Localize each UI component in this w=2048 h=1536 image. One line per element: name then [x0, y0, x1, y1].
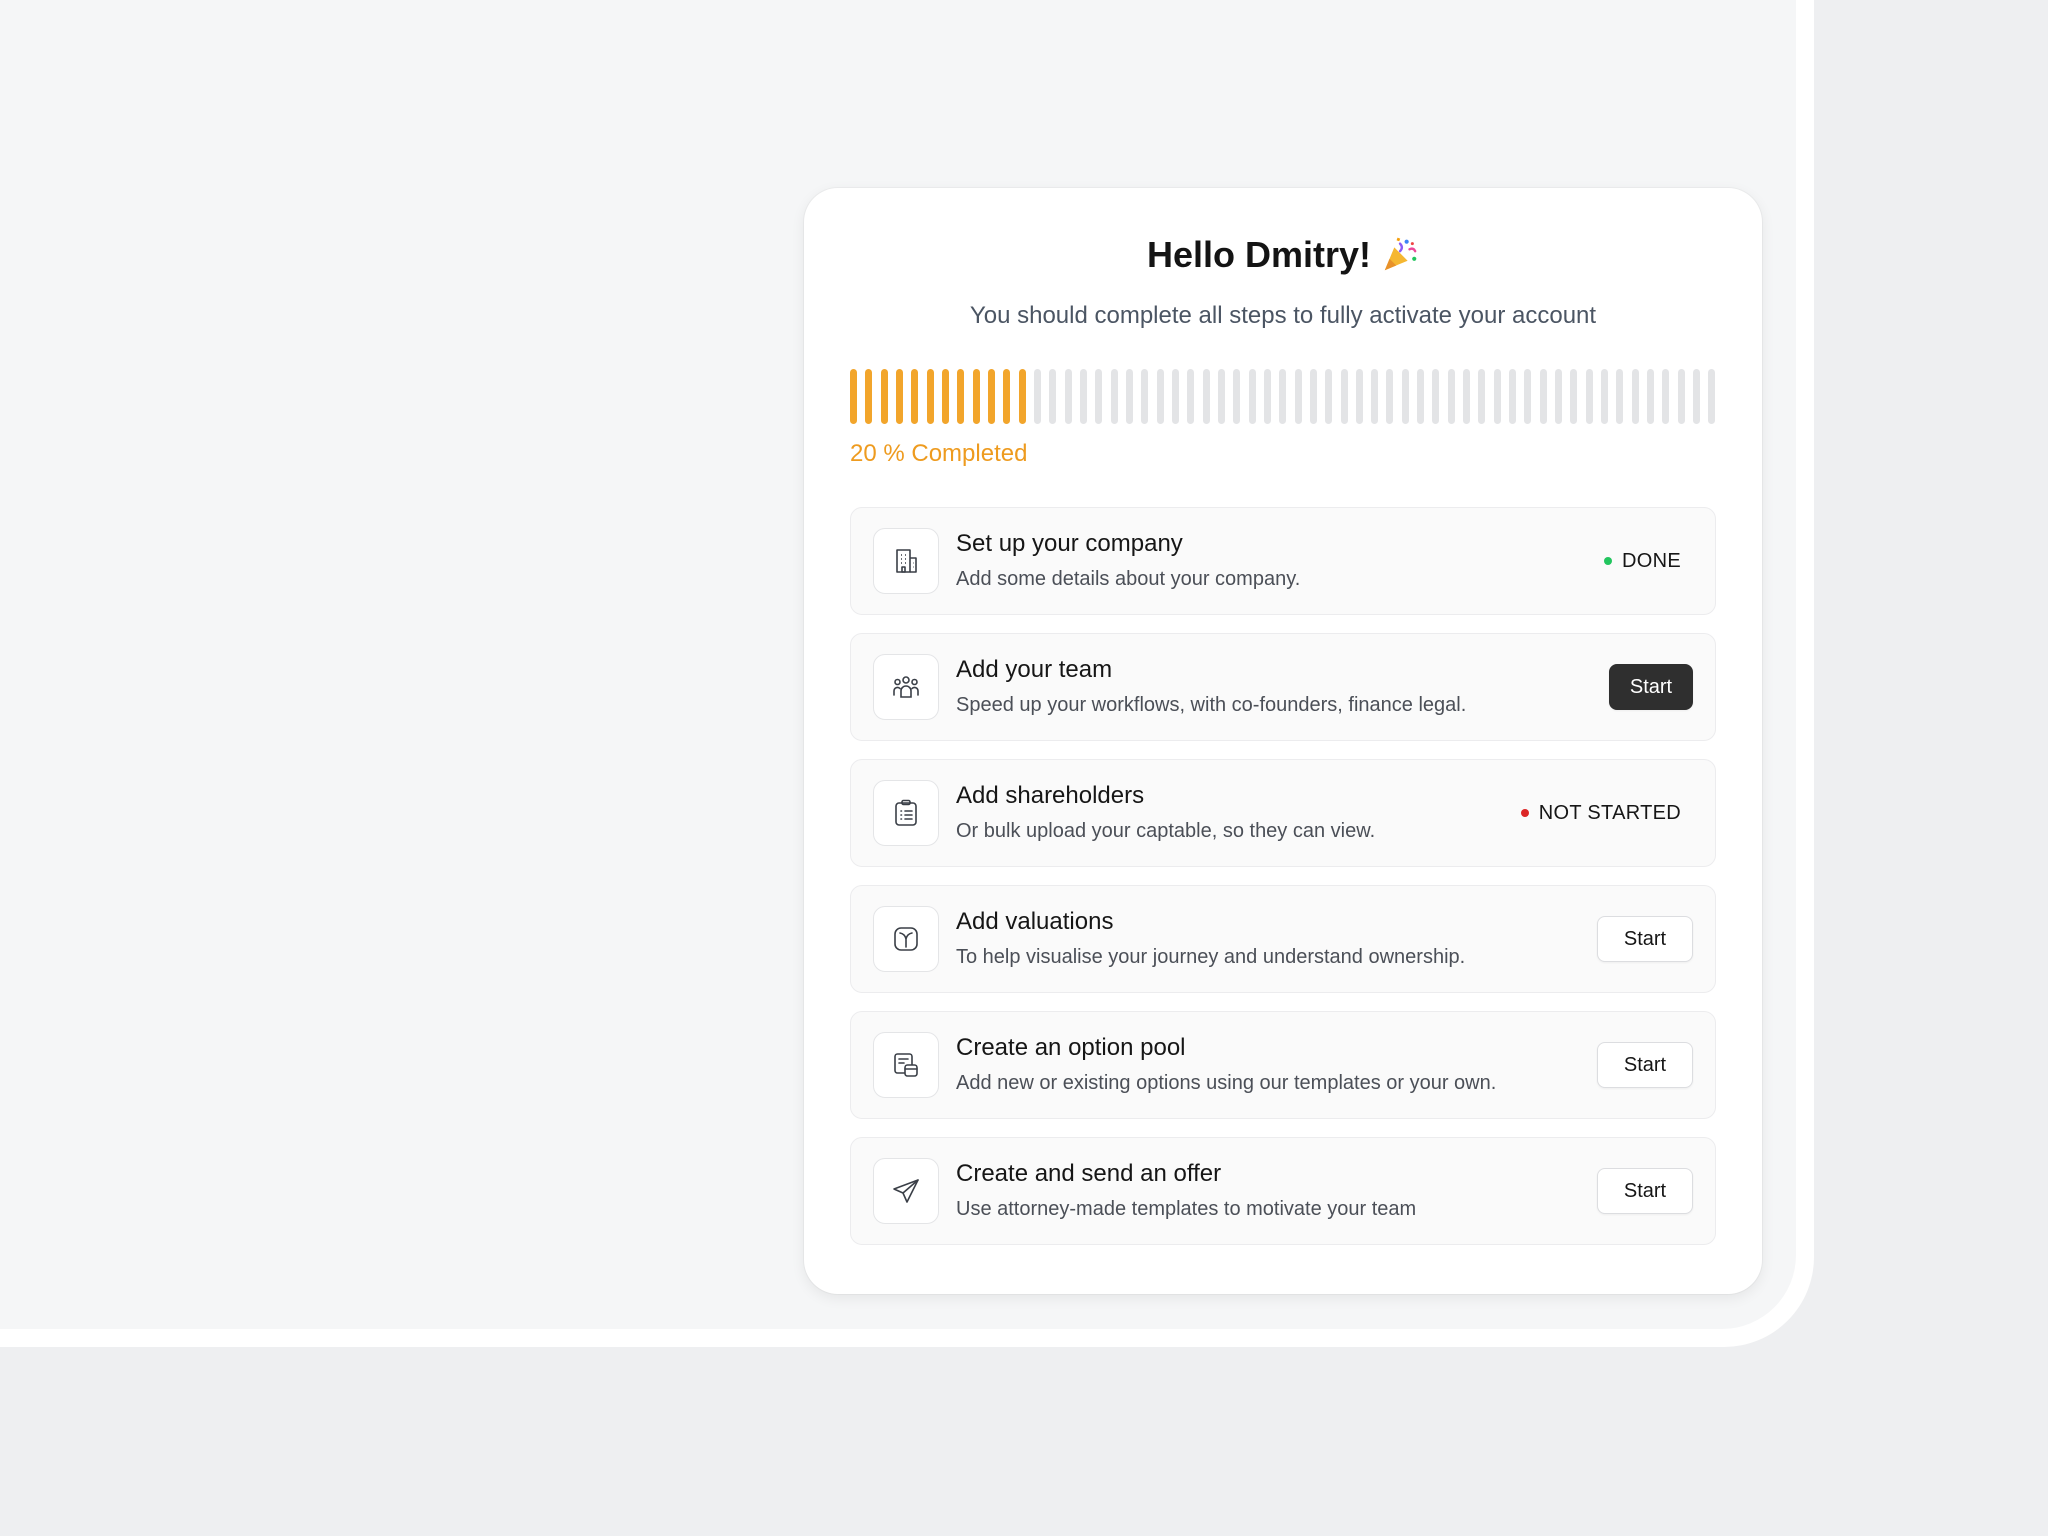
progress-tick — [1662, 369, 1670, 424]
progress-tick — [1616, 369, 1624, 424]
option-pool-icon — [873, 1032, 939, 1098]
progress-tick — [1371, 369, 1379, 424]
progress-tick — [865, 369, 873, 424]
step-description: Use attorney-made templates to motivate … — [956, 1198, 1417, 1220]
clipboard-list-icon — [873, 780, 939, 846]
progress-tick — [1156, 369, 1164, 424]
progress-tick — [911, 369, 919, 424]
progress-tick — [1693, 369, 1701, 424]
progress-tick — [1049, 369, 1057, 424]
valuation-icon — [873, 906, 939, 972]
step-description: Or bulk upload your captable, so they ca… — [956, 820, 1376, 842]
progress-tick — [1003, 369, 1011, 424]
team-icon — [873, 654, 939, 720]
step-add-valuations: Add valuations To help visualise your jo… — [850, 885, 1716, 993]
step-description: Add new or existing options using our te… — [956, 1072, 1497, 1094]
progress-tick — [1509, 369, 1517, 424]
paper-plane-icon — [873, 1158, 939, 1224]
step-add-shareholders: Add shareholders Or bulk upload your cap… — [850, 759, 1716, 867]
progress-tick — [1018, 369, 1026, 424]
progress-tick — [1309, 369, 1317, 424]
progress-tick — [987, 369, 995, 424]
step-title: Set up your company — [956, 530, 1183, 557]
greeting-heading: Hello Dmitry! — [804, 234, 1762, 276]
progress-tick — [1355, 369, 1363, 424]
party-popper-icon — [1384, 237, 1417, 271]
progress-tick — [1647, 369, 1655, 424]
start-button-create-send-offer[interactable]: Start — [1597, 1168, 1693, 1214]
progress-tick — [1585, 369, 1593, 424]
progress-label: 20 % Completed — [850, 440, 1028, 467]
step-description: Speed up your workflows, with co-founder… — [956, 694, 1467, 716]
progress-tick — [1570, 369, 1578, 424]
status-badge: DONE — [1604, 508, 1681, 614]
progress-tick — [850, 369, 857, 424]
progress-tick — [1432, 369, 1440, 424]
progress-tick — [1478, 369, 1486, 424]
progress-tick — [1447, 369, 1455, 424]
progress-tick — [1677, 369, 1685, 424]
building-icon — [873, 528, 939, 594]
step-title: Add shareholders — [956, 782, 1145, 809]
step-title: Add valuations — [956, 908, 1114, 935]
progress-tick — [1325, 369, 1333, 424]
progress-tick — [1217, 369, 1225, 424]
progress-tick — [941, 369, 949, 424]
progress-tick — [1401, 369, 1409, 424]
progress-tick — [1202, 369, 1210, 424]
status-text: DONE — [1622, 549, 1681, 572]
progress-tick — [1539, 369, 1547, 424]
progress-tick — [1263, 369, 1271, 424]
status-dot — [1604, 557, 1613, 565]
step-create-send-offer: Create and send an offer Use attorney-ma… — [850, 1137, 1716, 1245]
progress-tick — [1631, 369, 1639, 424]
step-title: Create and send an offer — [956, 1160, 1222, 1187]
progress-tick — [1141, 369, 1149, 424]
progress-tick — [1463, 369, 1471, 424]
step-add-team: Add your team Speed up your workflows, w… — [850, 633, 1716, 741]
progress-tick — [1386, 369, 1394, 424]
step-title: Create an option pool — [956, 1034, 1186, 1061]
steps-list: Set up your company Add some details abo… — [850, 507, 1716, 1263]
step-description: To help visualise your journey and under… — [956, 946, 1466, 968]
progress-tick — [1279, 369, 1287, 424]
start-button-add-team[interactable]: Start — [1609, 664, 1693, 710]
progress-tick — [1248, 369, 1256, 424]
progress-tick — [1079, 369, 1087, 424]
progress-tick — [1064, 369, 1072, 424]
progress-tick — [1340, 369, 1348, 424]
progress-tick — [957, 369, 965, 424]
progress-tick — [1125, 369, 1133, 424]
onboarding-card: Hello Dmitry! You should complete all st… — [804, 188, 1762, 1294]
progress-bar — [850, 369, 1716, 424]
progress-tick — [1187, 369, 1195, 424]
status-dot — [1520, 809, 1529, 817]
progress-tick — [1110, 369, 1118, 424]
progress-tick — [1233, 369, 1241, 424]
step-description: Add some details about your company. — [956, 568, 1301, 590]
progress-tick — [926, 369, 934, 424]
subtitle: You should complete all steps to fully a… — [969, 302, 1597, 329]
status-text: NOT STARTED — [1538, 801, 1681, 824]
progress-tick — [1524, 369, 1532, 424]
progress-tick — [1294, 369, 1302, 424]
progress-tick — [1095, 369, 1103, 424]
progress-tick — [1033, 369, 1041, 424]
progress-tick — [1493, 369, 1501, 424]
greeting-text: Hello Dmitry! — [1146, 234, 1372, 275]
step-create-option-pool: Create an option pool Add new or existin… — [850, 1011, 1716, 1119]
start-button-add-valuations[interactable]: Start — [1597, 916, 1693, 962]
progress-tick — [1708, 369, 1716, 424]
start-button-create-option-pool[interactable]: Start — [1597, 1042, 1693, 1088]
progress-tick — [1171, 369, 1179, 424]
progress-tick — [1555, 369, 1563, 424]
progress-tick — [880, 369, 888, 424]
status-badge: NOT STARTED — [1520, 760, 1681, 866]
progress-tick — [972, 369, 980, 424]
progress-tick — [895, 369, 903, 424]
progress-tick — [1417, 369, 1425, 424]
step-setup-company: Set up your company Add some details abo… — [850, 507, 1716, 615]
step-title: Add your team — [956, 656, 1113, 683]
progress-tick — [1601, 369, 1609, 424]
